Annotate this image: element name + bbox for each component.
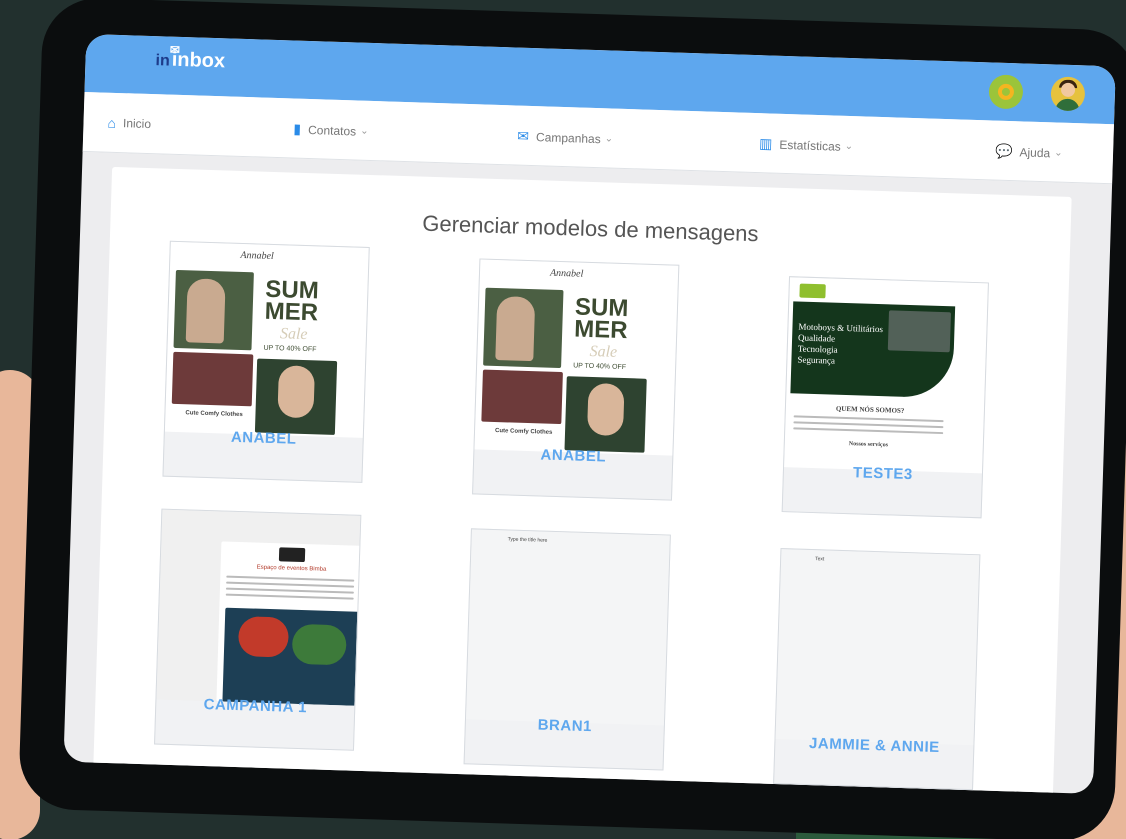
- home-icon: ⌂: [107, 114, 117, 131]
- book-icon: ▮: [293, 120, 302, 137]
- envelope-icon: ✉: [169, 42, 181, 57]
- user-avatar[interactable]: [1050, 76, 1086, 112]
- template-card[interactable]: Type the title here BRAN1: [463, 528, 671, 771]
- chevron-down-icon: ⌄: [844, 140, 854, 153]
- nav-contacts[interactable]: ▮ Contatos ⌄: [293, 121, 369, 140]
- template-thumbnail: Text: [775, 549, 980, 746]
- gear-icon: [997, 83, 1015, 101]
- template-card[interactable]: Annabel SUM MER Sale UP TO 40% OFF Cute C…: [162, 240, 370, 483]
- chevron-down-icon: ⌄: [1054, 147, 1063, 159]
- envelope-icon: ✉: [517, 127, 530, 144]
- template-thumbnail: Annabel SUM MER Sale UP TO 40% OFF Cute C…: [164, 241, 369, 438]
- chevron-down-icon: ⌄: [359, 125, 369, 137]
- bar-chart-icon: ▥: [758, 135, 773, 152]
- chevron-down-icon: ⌄: [604, 133, 614, 145]
- settings-badge[interactable]: [988, 74, 1024, 110]
- tablet-frame: ✉ ininbox ⌂ Inicio ▮ Contatos ⌄ ✉ Campan…: [17, 0, 1126, 839]
- template-thumbnail: Annabel SUM MER Sale UP TO 40% OFF Cute C…: [474, 259, 679, 456]
- app-logo[interactable]: ✉ ininbox: [155, 43, 225, 73]
- template-card[interactable]: Espaço de eventos Bimba CAMPANHA 1: [154, 508, 362, 751]
- nav-help[interactable]: 💬 Ajuda ⌄: [995, 143, 1063, 162]
- template-card[interactable]: Motoboys & Utilitários Qualidade Tecnolo…: [781, 276, 989, 519]
- nav-home[interactable]: ⌂ Inicio: [107, 115, 151, 132]
- template-thumbnail: Type the title here: [465, 529, 670, 726]
- app-screen: ✉ ininbox ⌂ Inicio ▮ Contatos ⌄ ✉ Campan…: [63, 33, 1116, 794]
- nav-stats[interactable]: ▥ Estatísticas ⌄: [759, 135, 853, 155]
- chat-icon: 💬: [994, 142, 1013, 160]
- template-card[interactable]: Text JAMMIE & ANNIE: [773, 548, 981, 791]
- template-card[interactable]: Annabel SUM MER Sale UP TO 40% OFF Cute C…: [472, 258, 680, 501]
- templates-panel: Gerenciar modelos de mensagens Annabel S…: [93, 166, 1072, 794]
- template-thumbnail: Motoboys & Utilitários Qualidade Tecnolo…: [784, 277, 988, 474]
- nav-campaigns[interactable]: ✉ Campanhas ⌄: [517, 128, 613, 148]
- template-thumbnail: Espaço de eventos Bimba: [156, 509, 361, 706]
